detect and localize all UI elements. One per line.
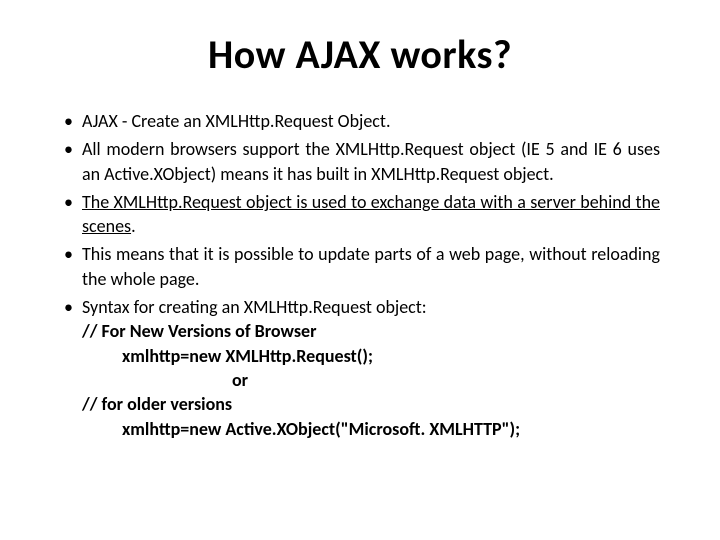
bullet-item-1: AJAX - Create an XMLHttp.Request Object. xyxy=(60,109,660,133)
slide: How AJAX works? AJAX - Create an XMLHttp… xyxy=(0,0,720,540)
code-line-5: xmlhttp=new Active.XObject("Microsoft. X… xyxy=(82,417,660,441)
code-line-2: xmlhttp=new XMLHttp.Request(); xyxy=(82,344,660,368)
bullet-item-2: All modern browsers support the XMLHttp.… xyxy=(60,137,660,186)
code-line-3: or xyxy=(82,368,660,392)
bullet-list: AJAX - Create an XMLHttp.Request Object.… xyxy=(60,109,660,441)
bullet-item-4: This means that it is possible to update… xyxy=(60,242,660,291)
bullet-item-3-suffix: . xyxy=(131,215,136,237)
slide-title: How AJAX works? xyxy=(60,30,660,79)
bullet-item-3: The XMLHttp.Request object is used to ex… xyxy=(60,190,660,239)
code-line-1: // For New Versions of Browser xyxy=(82,319,660,343)
bullet-item-5: Syntax for creating an XMLHttp.Request o… xyxy=(60,295,660,441)
bullet-item-3-text: The XMLHttp.Request object is used to ex… xyxy=(82,191,660,237)
code-line-4: // for older versions xyxy=(82,392,660,416)
bullet-item-5-intro: Syntax for creating an XMLHttp.Request o… xyxy=(82,296,427,318)
